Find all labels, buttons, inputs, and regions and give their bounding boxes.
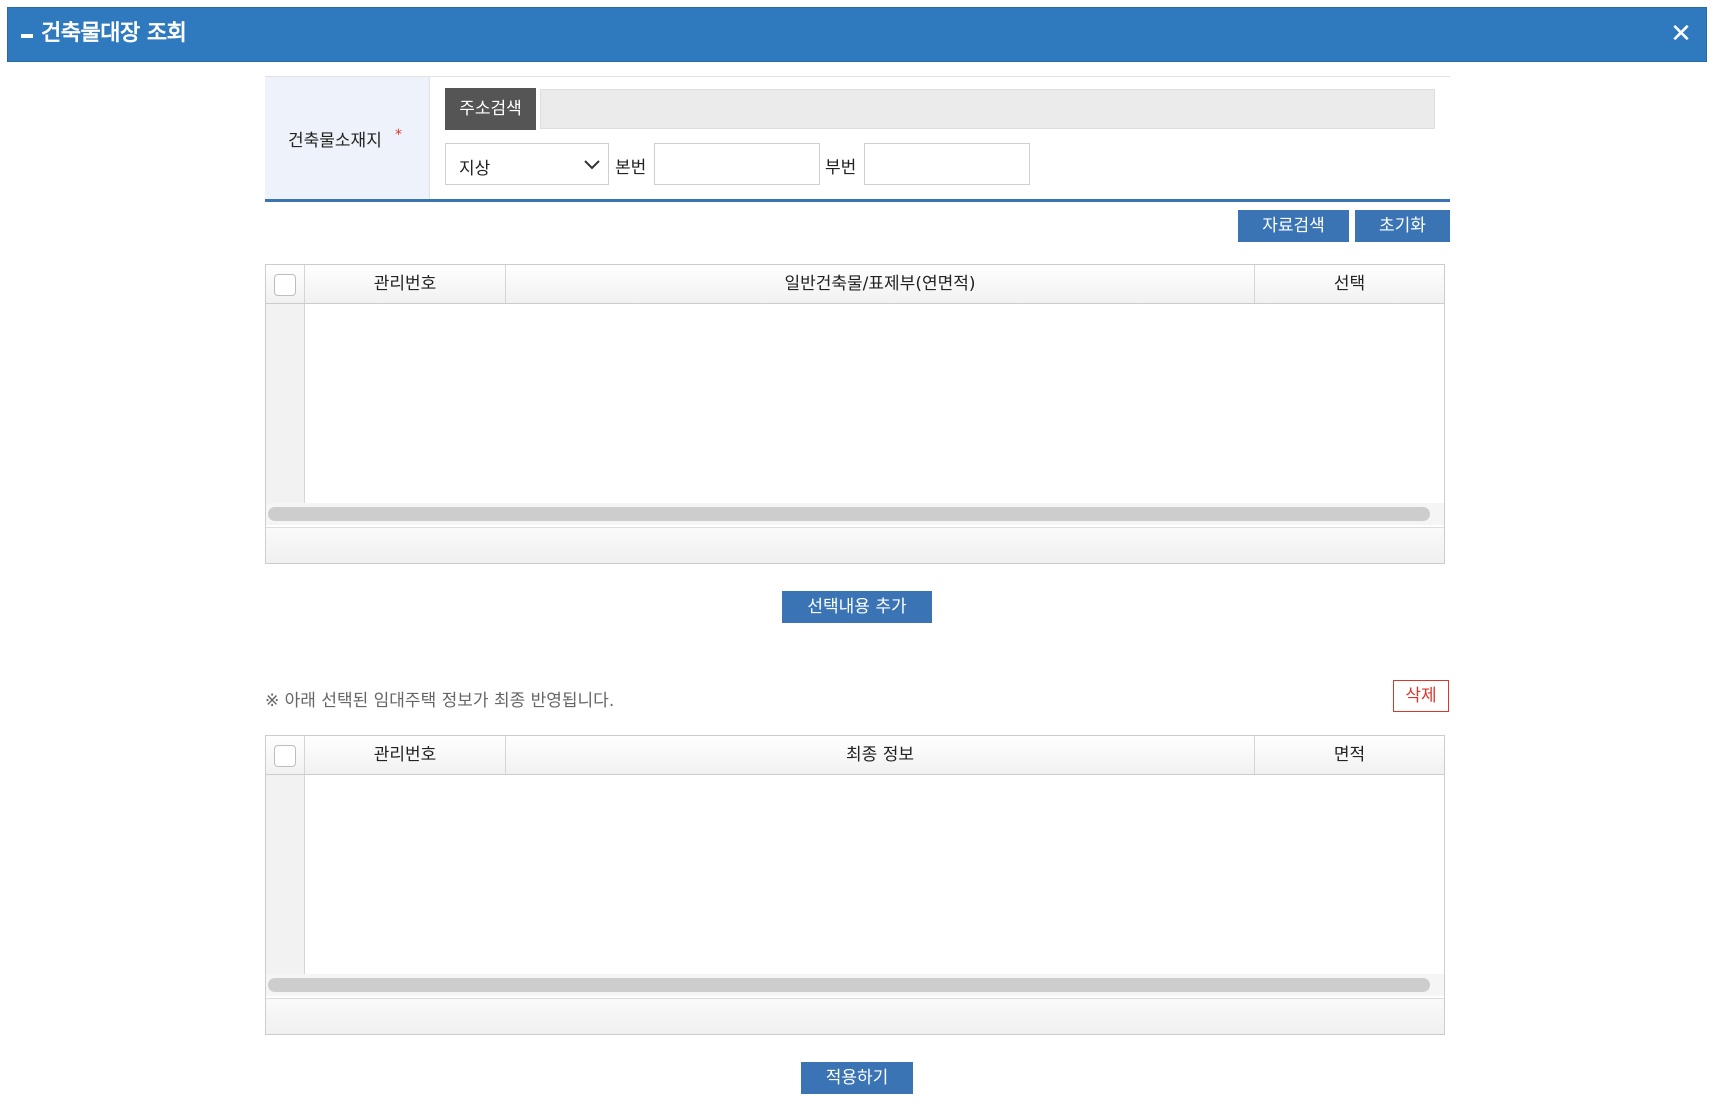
sub-number-input[interactable] (864, 143, 1030, 185)
column-header[interactable]: 면적 (1255, 736, 1444, 774)
grid-header: 관리번호 일반건축물/표제부(연면적) 선택 (266, 265, 1444, 304)
column-header[interactable]: 선택 (1255, 265, 1444, 303)
dialog-title: 건축물대장 조회 (41, 21, 187, 46)
horizontal-scrollbar[interactable] (266, 503, 1444, 525)
search-form: 건축물소재지 * 주소검색 지상 본번 부번 (265, 76, 1450, 202)
select-all-checkbox[interactable] (274, 745, 296, 767)
horizontal-scrollbar[interactable] (266, 974, 1444, 996)
land-type-select[interactable]: 지상 (445, 143, 609, 185)
scrollbar-thumb[interactable] (268, 507, 1430, 521)
select-all-cell (266, 265, 305, 303)
grid-footer (266, 998, 1444, 1034)
delete-button[interactable]: 삭제 (1393, 680, 1449, 712)
column-header[interactable]: 최종 정보 (506, 736, 1255, 774)
main-number-input[interactable] (654, 143, 820, 185)
close-icon[interactable]: ✕ (1668, 21, 1694, 47)
row-number-column (266, 304, 305, 503)
reset-button[interactable]: 초기화 (1355, 210, 1450, 242)
select-all-checkbox[interactable] (274, 274, 296, 296)
search-results-grid: 관리번호 일반건축물/표제부(연면적) 선택 (265, 264, 1445, 564)
address-field (540, 89, 1435, 129)
column-header[interactable]: 관리번호 (305, 736, 506, 774)
notice-text: ※ 아래 선택된 임대주택 정보가 최종 반영됩니다. (265, 691, 615, 711)
apply-button[interactable]: 적용하기 (801, 1062, 913, 1094)
search-button[interactable]: 자료검색 (1238, 210, 1349, 242)
add-selected-button[interactable]: 선택내용 추가 (782, 591, 932, 623)
scrollbar-thumb[interactable] (268, 978, 1430, 992)
row-number-column (266, 775, 305, 974)
final-results-grid: 관리번호 최종 정보 면적 (265, 735, 1445, 1035)
grid-header: 관리번호 최종 정보 면적 (266, 736, 1444, 775)
column-header[interactable]: 관리번호 (305, 265, 506, 303)
land-type-selected: 지상 (459, 159, 491, 179)
sub-number-label: 부번 (825, 158, 857, 178)
dialog-header: 건축물대장 조회 ✕ (7, 7, 1707, 62)
column-header[interactable]: 일반건축물/표제부(연면적) (506, 265, 1255, 303)
select-all-cell (266, 736, 305, 774)
address-search-button[interactable]: 주소검색 (445, 88, 536, 130)
location-label: 건축물소재지 (288, 131, 382, 151)
minus-icon[interactable] (21, 34, 33, 38)
location-label-cell: 건축물소재지 * (265, 77, 430, 199)
grid-footer (266, 527, 1444, 563)
required-mark: * (395, 127, 402, 143)
main-number-label: 본번 (615, 158, 647, 178)
chevron-down-icon (584, 160, 600, 170)
